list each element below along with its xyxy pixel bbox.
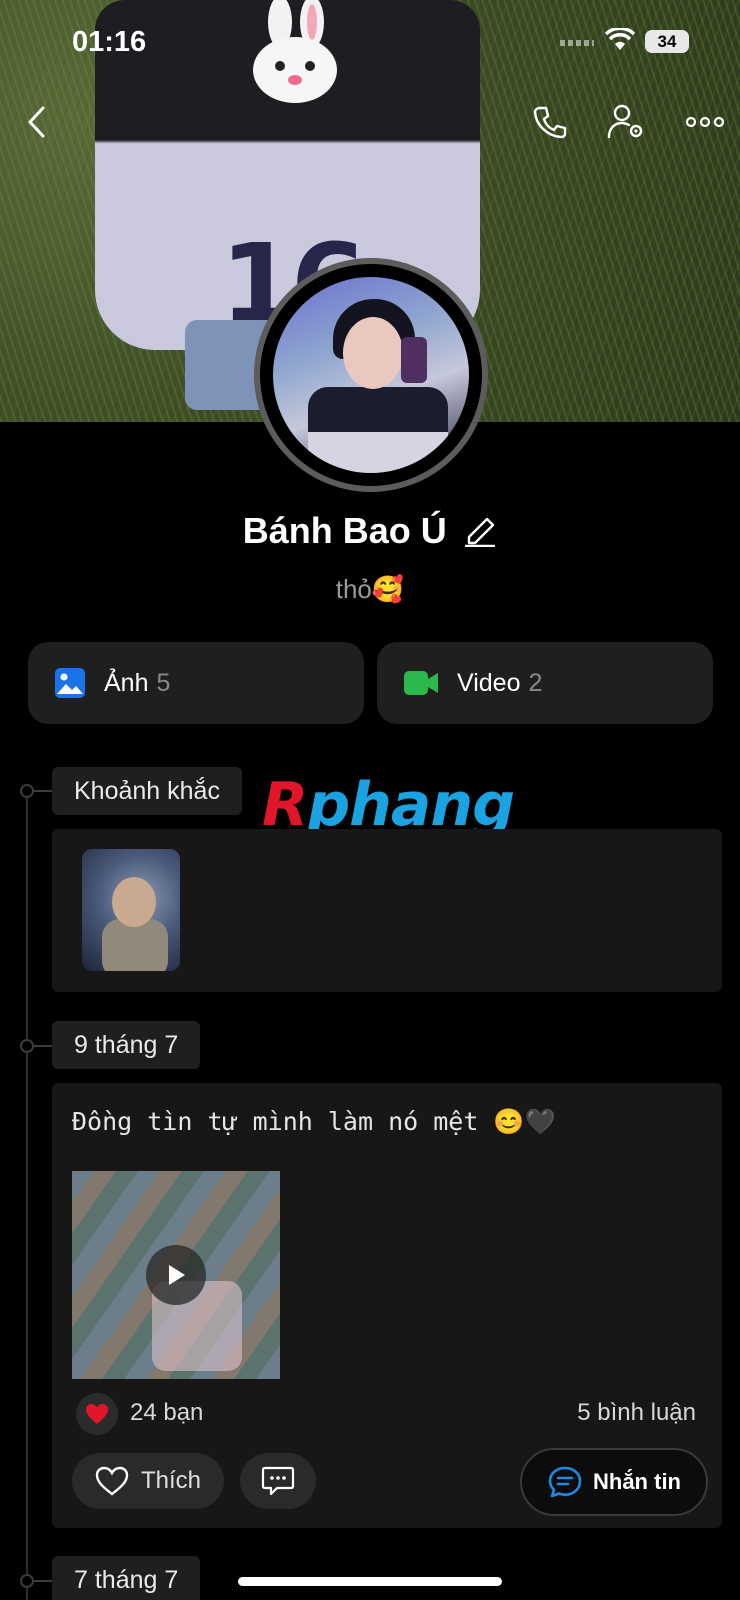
heart-reaction-icon [76, 1393, 118, 1435]
videos-count: 2 [528, 668, 543, 697]
moment-thumbnail-face [112, 877, 156, 927]
avatar-photo-body [308, 387, 448, 473]
photos-button[interactable]: Ảnh 5 [28, 642, 364, 724]
comment-button[interactable] [240, 1453, 316, 1509]
play-icon [169, 1265, 185, 1285]
profile-name: Bánh Bao Ú [242, 510, 447, 551]
timeline-tick [34, 1045, 52, 1047]
video-camera-icon [404, 671, 438, 695]
chat-bubble-icon [548, 1466, 582, 1498]
profile-settings-button[interactable] [604, 100, 648, 144]
signal-icon [560, 40, 594, 46]
wifi-icon [605, 28, 635, 50]
profile-bio: thỏ🥰 [335, 574, 405, 604]
message-button[interactable]: Nhắn tin [520, 1448, 708, 1516]
profile-name-row: Bánh Bao Ú [0, 510, 740, 552]
photos-count: 5 [156, 668, 171, 697]
like-button[interactable]: Thích [72, 1453, 224, 1509]
status-time: 01:16 [72, 26, 147, 58]
phone-icon [533, 106, 567, 139]
videos-label: Video [457, 668, 521, 697]
more-dots-icon [685, 116, 725, 128]
like-label: Thích [140, 1467, 202, 1494]
battery-indicator: 34 [645, 30, 689, 53]
timeline-dot [20, 1574, 34, 1588]
date-tag: 9 tháng 7 [52, 1021, 201, 1069]
photo-icon [55, 668, 85, 698]
home-indicator[interactable] [238, 1577, 502, 1586]
call-button[interactable] [528, 100, 572, 144]
back-button[interactable] [14, 100, 58, 144]
date-tag: 7 tháng 7 [52, 1556, 201, 1600]
avatar[interactable] [254, 258, 488, 492]
edit-name-button[interactable] [463, 511, 497, 552]
moments-tag: Khoảnh khắc [52, 767, 242, 815]
status-bar: 01:16 34 [0, 22, 740, 62]
timeline-dot [20, 784, 34, 798]
reactions-row: 24 bạn 5 bình luận [76, 1391, 696, 1437]
post-video-thumbnail[interactable] [72, 1171, 280, 1379]
timeline-tick [34, 1580, 52, 1582]
moments-card [52, 829, 722, 992]
chevron-left-icon [28, 106, 45, 138]
play-button[interactable] [146, 1245, 206, 1305]
reactions-count[interactable]: 24 bạn [130, 1399, 203, 1427]
heart-outline-icon [95, 1466, 129, 1496]
more-button[interactable] [680, 100, 730, 144]
timeline-tick [34, 790, 52, 792]
comment-icon [261, 1466, 295, 1496]
post-text: Đồng tìn tự mình làm nó mệt 😊🖤 [72, 1107, 556, 1136]
comments-count[interactable]: 5 bình luận [577, 1399, 696, 1427]
message-button-label: Nhắn tin [593, 1469, 681, 1494]
photos-label: Ảnh [104, 668, 149, 697]
timeline-dot [20, 1039, 34, 1053]
moment-thumbnail[interactable] [82, 849, 180, 971]
avatar-photo-face [343, 317, 403, 389]
videos-button[interactable]: Video 2 [377, 642, 713, 724]
timeline-line [26, 790, 28, 1600]
user-gear-icon [607, 104, 643, 139]
pencil-icon [465, 517, 496, 547]
avatar-photo [273, 277, 469, 473]
avatar-photo-phone [401, 337, 427, 383]
